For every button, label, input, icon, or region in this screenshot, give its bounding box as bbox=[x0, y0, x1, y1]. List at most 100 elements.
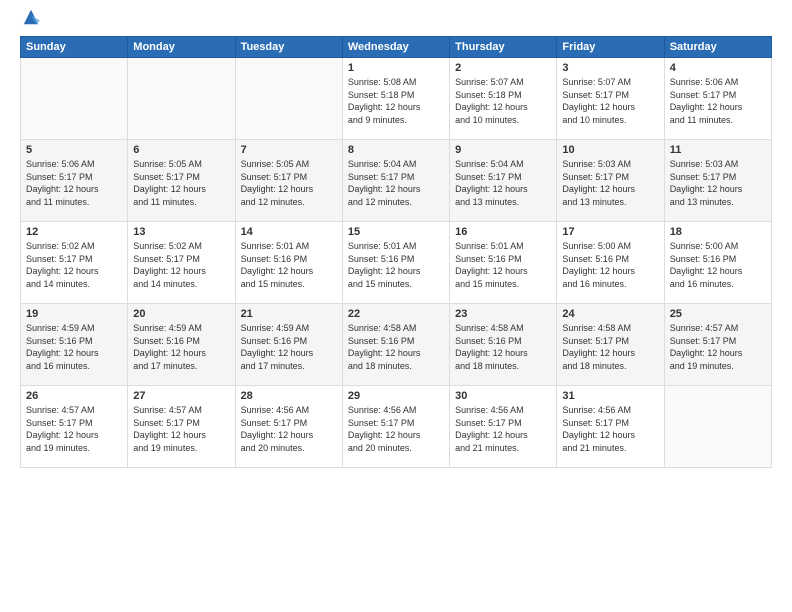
day-number: 23 bbox=[455, 308, 551, 320]
calendar-cell: 24 Sunrise: 4:58 AM Sunset: 5:17 PM Dayli… bbox=[557, 304, 664, 386]
calendar-cell: 30 Sunrise: 4:56 AM Sunset: 5:17 PM Dayli… bbox=[450, 386, 557, 468]
cell-content: Sunrise: 5:04 AM Sunset: 5:17 PM Dayligh… bbox=[348, 158, 444, 208]
cell-content: Sunrise: 5:03 AM Sunset: 5:17 PM Dayligh… bbox=[562, 158, 658, 208]
cell-content: Sunrise: 5:03 AM Sunset: 5:17 PM Dayligh… bbox=[670, 158, 766, 208]
calendar-cell: 27 Sunrise: 4:57 AM Sunset: 5:17 PM Dayli… bbox=[128, 386, 235, 468]
day-number: 1 bbox=[348, 62, 444, 74]
calendar-cell: 20Sunrise: 4:59 AM Sunset: 5:16 PM Dayli… bbox=[128, 304, 235, 386]
day-number: 2 bbox=[455, 62, 551, 74]
calendar-cell: 31Sunrise: 4:56 AM Sunset: 5:17 PM Dayli… bbox=[557, 386, 664, 468]
day-number: 12 bbox=[26, 226, 122, 238]
weekday-header-saturday: Saturday bbox=[664, 37, 771, 58]
cell-content: Sunrise: 5:04 AM Sunset: 5:17 PM Dayligh… bbox=[455, 158, 551, 208]
cell-content: Sunrise: 5:05 AM Sunset: 5:17 PM Dayligh… bbox=[241, 158, 337, 208]
day-number: 28 bbox=[241, 390, 337, 402]
cell-content: Sunrise: 5:08 AM Sunset: 5:18 PM Dayligh… bbox=[348, 76, 444, 126]
day-number: 8 bbox=[348, 144, 444, 156]
day-number: 22 bbox=[348, 308, 444, 320]
calendar-cell: 10 Sunrise: 5:03 AM Sunset: 5:17 PM Dayli… bbox=[557, 140, 664, 222]
cell-content: Sunrise: 4:56 AM Sunset: 5:17 PM Dayligh… bbox=[348, 404, 444, 454]
day-number: 24 bbox=[562, 308, 658, 320]
cell-content: Sunrise: 5:00 AM Sunset: 5:16 PM Dayligh… bbox=[670, 240, 766, 290]
day-number: 21 bbox=[241, 308, 337, 320]
calendar-cell: 29 Sunrise: 4:56 AM Sunset: 5:17 PM Dayli… bbox=[342, 386, 449, 468]
calendar-cell: 4Sunrise: 5:06 AM Sunset: 5:17 PM Daylig… bbox=[664, 58, 771, 140]
calendar-cell: 11 Sunrise: 5:03 AM Sunset: 5:17 PM Dayli… bbox=[664, 140, 771, 222]
day-number: 20 bbox=[133, 308, 229, 320]
calendar-cell: 8 Sunrise: 5:04 AM Sunset: 5:17 PM Daylig… bbox=[342, 140, 449, 222]
calendar-cell: 9 Sunrise: 5:04 AM Sunset: 5:17 PM Daylig… bbox=[450, 140, 557, 222]
calendar-cell: 28 Sunrise: 4:56 AM Sunset: 5:17 PM Dayli… bbox=[235, 386, 342, 468]
calendar-cell: 2 Sunrise: 5:07 AM Sunset: 5:18 PM Daylig… bbox=[450, 58, 557, 140]
calendar-cell: 1 Sunrise: 5:08 AM Sunset: 5:18 PM Daylig… bbox=[342, 58, 449, 140]
cell-content: Sunrise: 4:58 AM Sunset: 5:16 PM Dayligh… bbox=[348, 322, 444, 372]
calendar-table: SundayMondayTuesdayWednesdayThursdayFrid… bbox=[20, 36, 772, 468]
calendar-cell: 22 Sunrise: 4:58 AM Sunset: 5:16 PM Dayli… bbox=[342, 304, 449, 386]
cell-content: Sunrise: 4:59 AM Sunset: 5:16 PM Dayligh… bbox=[241, 322, 337, 372]
calendar-cell: 5 Sunrise: 5:06 AM Sunset: 5:17 PM Daylig… bbox=[21, 140, 128, 222]
day-number: 17 bbox=[562, 226, 658, 238]
calendar-cell: 17 Sunrise: 5:00 AM Sunset: 5:16 PM Dayli… bbox=[557, 222, 664, 304]
week-row-2: 12 Sunrise: 5:02 AM Sunset: 5:17 PM Dayli… bbox=[21, 222, 772, 304]
week-row-1: 5 Sunrise: 5:06 AM Sunset: 5:17 PM Daylig… bbox=[21, 140, 772, 222]
week-row-4: 26Sunrise: 4:57 AM Sunset: 5:17 PM Dayli… bbox=[21, 386, 772, 468]
day-number: 10 bbox=[562, 144, 658, 156]
cell-content: Sunrise: 5:05 AM Sunset: 5:17 PM Dayligh… bbox=[133, 158, 229, 208]
weekday-header-wednesday: Wednesday bbox=[342, 37, 449, 58]
cell-content: Sunrise: 5:00 AM Sunset: 5:16 PM Dayligh… bbox=[562, 240, 658, 290]
weekday-header-friday: Friday bbox=[557, 37, 664, 58]
cell-content: Sunrise: 5:07 AM Sunset: 5:17 PM Dayligh… bbox=[562, 76, 658, 126]
weekday-header-tuesday: Tuesday bbox=[235, 37, 342, 58]
day-number: 5 bbox=[26, 144, 122, 156]
day-number: 7 bbox=[241, 144, 337, 156]
calendar-cell bbox=[235, 58, 342, 140]
calendar-cell: 26Sunrise: 4:57 AM Sunset: 5:17 PM Dayli… bbox=[21, 386, 128, 468]
day-number: 31 bbox=[562, 390, 658, 402]
calendar-cell: 7 Sunrise: 5:05 AM Sunset: 5:17 PM Daylig… bbox=[235, 140, 342, 222]
calendar-cell: 21 Sunrise: 4:59 AM Sunset: 5:16 PM Dayli… bbox=[235, 304, 342, 386]
day-number: 30 bbox=[455, 390, 551, 402]
calendar-cell: 25Sunrise: 4:57 AM Sunset: 5:17 PM Dayli… bbox=[664, 304, 771, 386]
cell-content: Sunrise: 5:07 AM Sunset: 5:18 PM Dayligh… bbox=[455, 76, 551, 126]
calendar-cell: 13 Sunrise: 5:02 AM Sunset: 5:17 PM Dayli… bbox=[128, 222, 235, 304]
day-number: 29 bbox=[348, 390, 444, 402]
cell-content: Sunrise: 5:01 AM Sunset: 5:16 PM Dayligh… bbox=[241, 240, 337, 290]
calendar-cell: 18 Sunrise: 5:00 AM Sunset: 5:16 PM Dayli… bbox=[664, 222, 771, 304]
page: SundayMondayTuesdayWednesdayThursdayFrid… bbox=[0, 0, 792, 612]
week-row-0: 1 Sunrise: 5:08 AM Sunset: 5:18 PM Daylig… bbox=[21, 58, 772, 140]
cell-content: Sunrise: 5:02 AM Sunset: 5:17 PM Dayligh… bbox=[133, 240, 229, 290]
header bbox=[20, 16, 772, 26]
cell-content: Sunrise: 5:01 AM Sunset: 5:16 PM Dayligh… bbox=[348, 240, 444, 290]
day-number: 13 bbox=[133, 226, 229, 238]
calendar-cell: 6 Sunrise: 5:05 AM Sunset: 5:17 PM Daylig… bbox=[128, 140, 235, 222]
day-number: 11 bbox=[670, 144, 766, 156]
cell-content: Sunrise: 4:56 AM Sunset: 5:17 PM Dayligh… bbox=[241, 404, 337, 454]
cell-content: Sunrise: 5:06 AM Sunset: 5:17 PM Dayligh… bbox=[26, 158, 122, 208]
cell-content: Sunrise: 4:57 AM Sunset: 5:17 PM Dayligh… bbox=[670, 322, 766, 372]
day-number: 15 bbox=[348, 226, 444, 238]
day-number: 3 bbox=[562, 62, 658, 74]
calendar-cell bbox=[21, 58, 128, 140]
day-number: 9 bbox=[455, 144, 551, 156]
cell-content: Sunrise: 5:02 AM Sunset: 5:17 PM Dayligh… bbox=[26, 240, 122, 290]
cell-content: Sunrise: 4:57 AM Sunset: 5:17 PM Dayligh… bbox=[133, 404, 229, 454]
calendar-cell: 14Sunrise: 5:01 AM Sunset: 5:16 PM Dayli… bbox=[235, 222, 342, 304]
calendar-cell: 15 Sunrise: 5:01 AM Sunset: 5:16 PM Dayli… bbox=[342, 222, 449, 304]
day-number: 16 bbox=[455, 226, 551, 238]
calendar-cell bbox=[664, 386, 771, 468]
day-number: 6 bbox=[133, 144, 229, 156]
weekday-header-sunday: Sunday bbox=[21, 37, 128, 58]
cell-content: Sunrise: 4:58 AM Sunset: 5:17 PM Dayligh… bbox=[562, 322, 658, 372]
cell-content: Sunrise: 4:56 AM Sunset: 5:17 PM Dayligh… bbox=[455, 404, 551, 454]
day-number: 18 bbox=[670, 226, 766, 238]
weekday-header-thursday: Thursday bbox=[450, 37, 557, 58]
calendar-cell: 12 Sunrise: 5:02 AM Sunset: 5:17 PM Dayli… bbox=[21, 222, 128, 304]
calendar-cell: 3 Sunrise: 5:07 AM Sunset: 5:17 PM Daylig… bbox=[557, 58, 664, 140]
logo-icon bbox=[22, 8, 40, 26]
cell-content: Sunrise: 4:57 AM Sunset: 5:17 PM Dayligh… bbox=[26, 404, 122, 454]
calendar-cell: 23Sunrise: 4:58 AM Sunset: 5:16 PM Dayli… bbox=[450, 304, 557, 386]
day-number: 27 bbox=[133, 390, 229, 402]
day-number: 4 bbox=[670, 62, 766, 74]
cell-content: Sunrise: 4:59 AM Sunset: 5:16 PM Dayligh… bbox=[26, 322, 122, 372]
day-number: 19 bbox=[26, 308, 122, 320]
